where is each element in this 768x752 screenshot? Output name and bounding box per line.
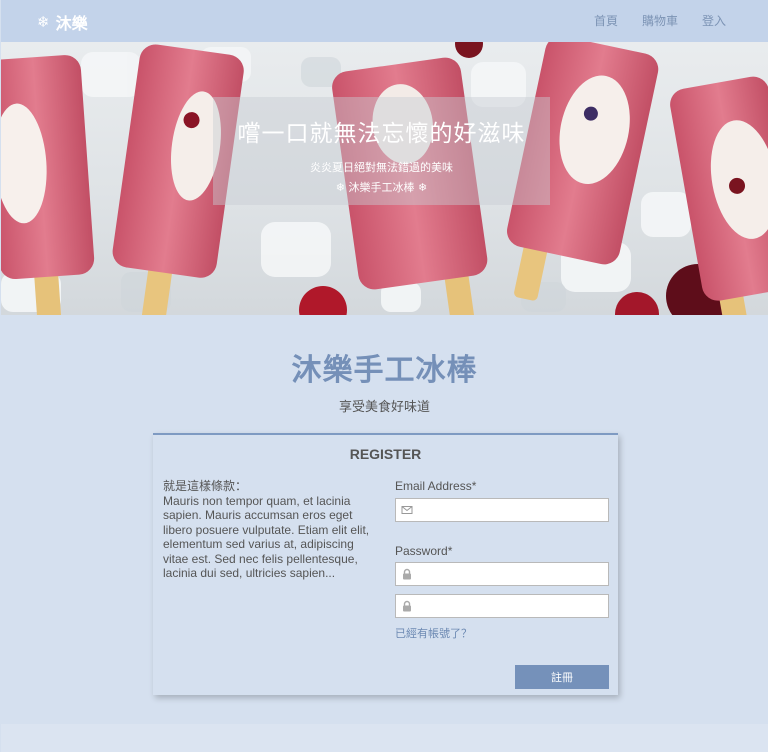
lock-icon xyxy=(403,600,411,612)
register-title: REGISTER xyxy=(349,446,422,462)
password-field[interactable] xyxy=(395,562,609,586)
nav-link-login[interactable]: 登入 xyxy=(702,12,726,29)
register-card: REGISTER 就是這樣條款： Mauris non tempor quam,… xyxy=(153,433,618,695)
confirm-password-field[interactable] xyxy=(395,594,609,618)
snowflake-icon: ❄ xyxy=(37,13,50,31)
brand-name: 沐樂 xyxy=(55,14,88,33)
terms-text: 就是這樣條款： Mauris non tempor quam, et lacin… xyxy=(163,479,378,581)
terms-heading: 就是這樣條款： xyxy=(163,479,248,493)
email-field[interactable] xyxy=(395,498,609,522)
confirm-password-input[interactable] xyxy=(413,596,608,616)
register-button[interactable]: 註冊 xyxy=(515,665,609,689)
terms-body: Mauris non tempor quam, et lacinia sapie… xyxy=(163,493,370,581)
footer xyxy=(1,724,768,752)
page-subtitle: 享受美食好味道 xyxy=(338,400,430,415)
hero-banner: 嚐一口就無法忘懷的好滋味 炎炎夏日絕對無法錯過的美味 ❄ 沐樂手工冰棒 ❄ xyxy=(1,42,768,315)
password-label: Password* xyxy=(395,544,453,558)
hero-subtitle: 炎炎夏日絕對無法錯過的美味 xyxy=(310,161,453,174)
page: ❄ 沐樂 首頁 購物車 登入 嚐一口就無法忘懷的好滋味 炎炎夏日絕對無法錯過的美… xyxy=(1,0,768,752)
lock-icon xyxy=(403,568,411,580)
already-have-account-link[interactable]: 已經有帳號了？ xyxy=(395,625,472,641)
hero-caption: 嚐一口就無法忘懷的好滋味 炎炎夏日絕對無法錯過的美味 ❄ 沐樂手工冰棒 ❄ xyxy=(213,97,550,205)
nav-link-cart[interactable]: 購物車 xyxy=(642,12,678,29)
envelope-icon xyxy=(401,506,413,514)
hero-tagline: ❄ 沐樂手工冰棒 ❄ xyxy=(335,181,428,194)
email-label: Email Address* xyxy=(395,479,477,493)
brand-logo[interactable]: ❄ 沐樂 xyxy=(37,10,88,34)
nav-links: 首頁 購物車 登入 xyxy=(594,12,726,29)
navbar: ❄ 沐樂 首頁 購物車 登入 xyxy=(1,0,768,42)
page-title: 沐樂手工冰棒 xyxy=(291,353,478,388)
nav-link-home[interactable]: 首頁 xyxy=(594,12,618,29)
hero-title: 嚐一口就無法忘懷的好滋味 xyxy=(237,121,526,147)
password-input[interactable] xyxy=(413,564,608,584)
email-input[interactable] xyxy=(413,500,608,520)
